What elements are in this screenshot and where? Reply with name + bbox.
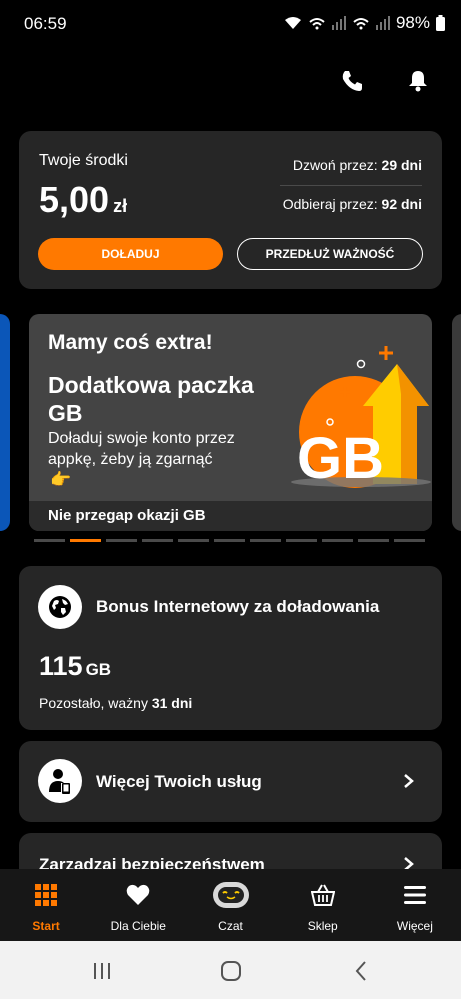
recent-apps-icon[interactable] bbox=[90, 959, 114, 983]
carousel-dot[interactable] bbox=[106, 539, 137, 542]
carousel-dot[interactable] bbox=[322, 539, 353, 542]
nav-more-label: Więcej bbox=[396, 919, 433, 933]
promo-headline: Dodatkowa paczka GB bbox=[48, 372, 254, 426]
basket-icon bbox=[309, 881, 337, 909]
bonus-validity: Pozostało, ważny 31 dni bbox=[39, 695, 192, 711]
phone-button[interactable] bbox=[339, 68, 365, 94]
bonus-validity-label: Pozostało, ważny bbox=[39, 695, 148, 711]
bonus-validity-value: 31 dni bbox=[151, 695, 193, 711]
system-navigation-bar bbox=[0, 941, 461, 999]
globe-icon bbox=[49, 596, 71, 618]
balance-label: Twoje środki bbox=[39, 152, 128, 169]
carousel-dot[interactable] bbox=[250, 539, 281, 542]
nav-start[interactable]: Start bbox=[0, 869, 92, 941]
call-validity-label: Dzwoń przez: bbox=[292, 157, 378, 173]
gb-art-text: GB bbox=[297, 426, 384, 491]
carousel-dot[interactable] bbox=[394, 539, 425, 542]
user-device-icon-badge bbox=[38, 759, 82, 803]
menu-icon bbox=[401, 881, 429, 909]
more-services-card[interactable]: Więcej Twoich usług bbox=[19, 741, 442, 822]
nav-more[interactable]: Więcej bbox=[369, 869, 461, 941]
chevron-right-icon bbox=[404, 774, 414, 788]
nav-chat[interactable]: Czat bbox=[184, 869, 276, 941]
balance-value: 5,00 bbox=[39, 179, 110, 220]
nav-for-you-label: Dla Ciebie bbox=[110, 919, 166, 933]
gb-illustration: GB bbox=[291, 346, 431, 491]
bonus-unit: GB bbox=[85, 660, 112, 679]
user-device-icon bbox=[49, 769, 70, 794]
bonus-value: 115 bbox=[39, 651, 83, 681]
carousel-prev-card[interactable] bbox=[0, 314, 10, 531]
wifi-icon bbox=[284, 17, 301, 29]
notifications-button[interactable] bbox=[405, 68, 431, 94]
balance-card: Twoje środki 5,00 zł Dzwoń przez: 29 dni … bbox=[19, 131, 442, 289]
status-icons: 98% bbox=[284, 13, 445, 33]
receive-validity-value: 92 dni bbox=[381, 196, 422, 212]
bonus-internet-card[interactable]: Bonus Internetowy za doładowania 115 GB P… bbox=[19, 566, 442, 730]
robot-icon bbox=[211, 879, 251, 911]
carousel-dot[interactable] bbox=[358, 539, 389, 542]
balance-amount: 5,00 zł bbox=[39, 179, 127, 221]
battery-percent: 98% bbox=[395, 13, 430, 32]
status-time: 06:59 bbox=[24, 14, 67, 33]
nav-shop[interactable]: Sklep bbox=[277, 869, 369, 941]
nav-chat-label: Czat bbox=[218, 919, 243, 933]
signal-icon-2 bbox=[375, 16, 390, 30]
signal-icon bbox=[331, 16, 346, 30]
globe-icon-badge bbox=[38, 585, 82, 629]
nav-shop-label: Sklep bbox=[307, 919, 338, 933]
bonus-amount: 115 GB bbox=[39, 651, 111, 682]
wifi-call-icon bbox=[309, 18, 325, 30]
carousel-dot[interactable] bbox=[286, 539, 317, 542]
balance-currency: zł bbox=[113, 196, 128, 216]
carousel-dot[interactable] bbox=[70, 539, 101, 542]
heart-icon bbox=[124, 881, 152, 909]
carousel-dots bbox=[34, 539, 425, 542]
wifi-call-icon-2 bbox=[353, 18, 369, 30]
promo-footer-text: Nie przegap okazji GB bbox=[48, 507, 206, 524]
phone-icon bbox=[342, 71, 362, 91]
battery-icon bbox=[436, 15, 445, 31]
promo-title: Mamy coś extra! bbox=[48, 331, 213, 354]
validity-info: Dzwoń przez: 29 dni Odbieraj przez: 92 d… bbox=[280, 157, 422, 216]
back-icon[interactable] bbox=[350, 959, 374, 983]
pointing-hand-icon: 👉 bbox=[50, 470, 72, 489]
carousel-dot[interactable] bbox=[34, 539, 65, 542]
call-validity: Dzwoń przez: 29 dni bbox=[280, 157, 422, 177]
nav-start-label: Start bbox=[32, 919, 60, 933]
carousel-dot[interactable] bbox=[214, 539, 245, 542]
promo-footer: Nie przegap okazji GB bbox=[29, 501, 432, 531]
top-actions bbox=[339, 68, 431, 94]
topup-button[interactable]: DOŁADUJ bbox=[38, 238, 223, 270]
services-title: Więcej Twoich usług bbox=[96, 772, 262, 791]
status-bar: 06:59 98% bbox=[0, 0, 461, 48]
grid-icon bbox=[32, 881, 60, 909]
carousel-dot[interactable] bbox=[142, 539, 173, 542]
nav-for-you[interactable]: Dla Ciebie bbox=[92, 869, 184, 941]
bottom-navigation: Start Dla Ciebie Czat Sklep Więcej bbox=[0, 869, 461, 941]
call-validity-value: 29 dni bbox=[381, 157, 422, 173]
carousel-next-card[interactable] bbox=[452, 314, 461, 531]
receive-validity: Odbieraj przez: 92 dni bbox=[280, 196, 422, 216]
carousel-dot[interactable] bbox=[178, 539, 209, 542]
receive-validity-label: Odbieraj przez: bbox=[282, 196, 378, 212]
promo-card[interactable]: Mamy coś extra! Dodatkowa paczka GB Doła… bbox=[29, 314, 432, 531]
validity-divider bbox=[280, 185, 422, 186]
bell-icon bbox=[409, 71, 427, 92]
promo-description: Doładuj swoje konto przez appkę, żeby ją… bbox=[48, 430, 235, 468]
bonus-title: Bonus Internetowy za doładowania bbox=[96, 597, 380, 616]
extend-validity-button[interactable]: PRZEDŁUŻ WAŻNOŚĆ bbox=[237, 238, 423, 270]
home-icon[interactable] bbox=[219, 959, 243, 983]
